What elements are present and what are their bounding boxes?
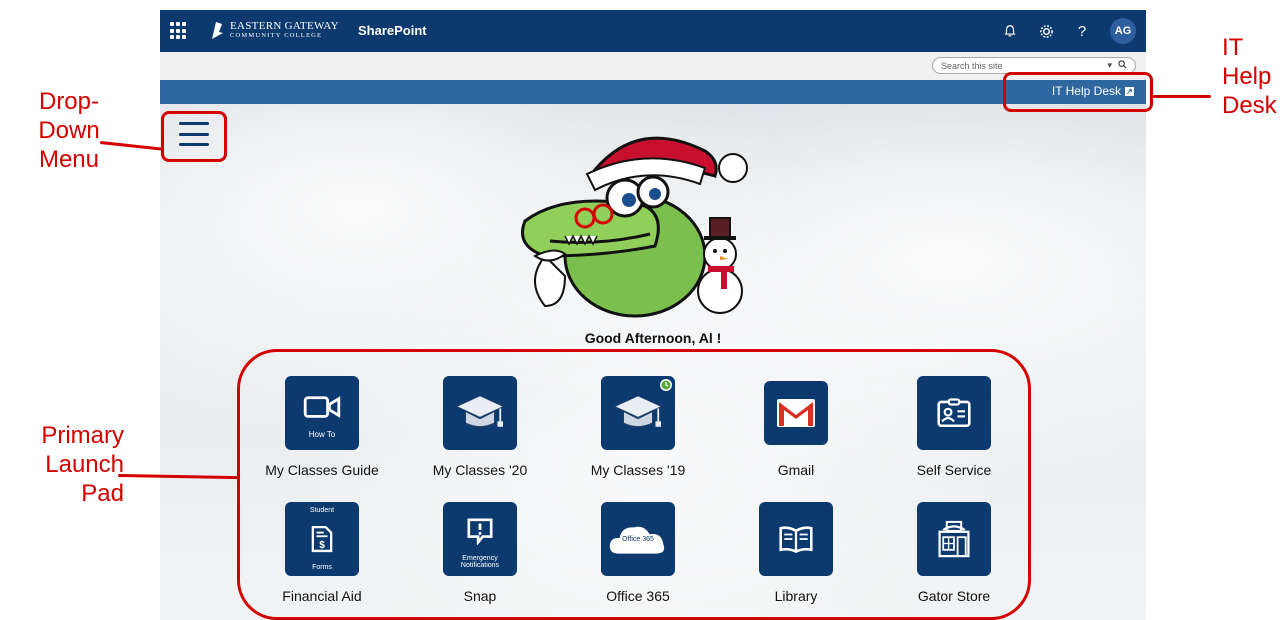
- help-icon[interactable]: ?: [1074, 23, 1090, 40]
- annotation-it-help-desk: IT Help Desk: [1222, 34, 1286, 120]
- annotation-line: Menu: [38, 145, 100, 173]
- annotation-arrow-help-desk: [1151, 95, 1211, 98]
- app-name[interactable]: SharePoint: [358, 23, 427, 38]
- annotation-box-launch-pad: [237, 349, 1031, 620]
- logo-line-2: Community College: [230, 31, 323, 39]
- annotation-box-help-desk: [1003, 72, 1153, 112]
- annotation-line: Drop-: [38, 88, 99, 115]
- annotation-box-dropdown: [161, 111, 227, 162]
- avatar[interactable]: AG: [1110, 18, 1136, 44]
- top-nav-bar: IT Help Desk ↗: [160, 80, 1146, 104]
- annotation-line: Help: [1222, 62, 1272, 90]
- waffle-icon[interactable]: [170, 22, 188, 40]
- greeting-text: Good Afternoon, Al !: [584, 330, 722, 346]
- search-icon[interactable]: [1118, 60, 1127, 69]
- annotation-line: Desk: [1222, 91, 1277, 119]
- gear-icon[interactable]: [1038, 23, 1054, 39]
- chevron-down-icon[interactable]: ▾: [1107, 60, 1112, 71]
- search-strip: Search this site ▾: [160, 52, 1146, 80]
- gator-mascot-image: [521, 136, 748, 318]
- annotation-dropdown-menu: Drop- Down Menu: [24, 88, 114, 174]
- annotation-primary-launch-pad: Primary Launch Pad: [4, 422, 124, 508]
- bell-icon[interactable]: [1002, 23, 1018, 39]
- annotation-line: IT: [1222, 34, 1244, 61]
- search-placeholder: Search this site: [941, 60, 1003, 71]
- logo-mark-icon: [212, 22, 223, 39]
- logo-line-1: Eastern Gateway: [230, 19, 339, 32]
- annotation-line: Primary: [41, 422, 124, 449]
- college-logo[interactable]: Eastern Gateway Community College: [210, 20, 339, 40]
- suite-bar: Eastern Gateway Community College ShareP…: [160, 10, 1146, 52]
- annotation-line: Pad: [81, 479, 124, 507]
- annotation-line: Launch: [45, 450, 124, 478]
